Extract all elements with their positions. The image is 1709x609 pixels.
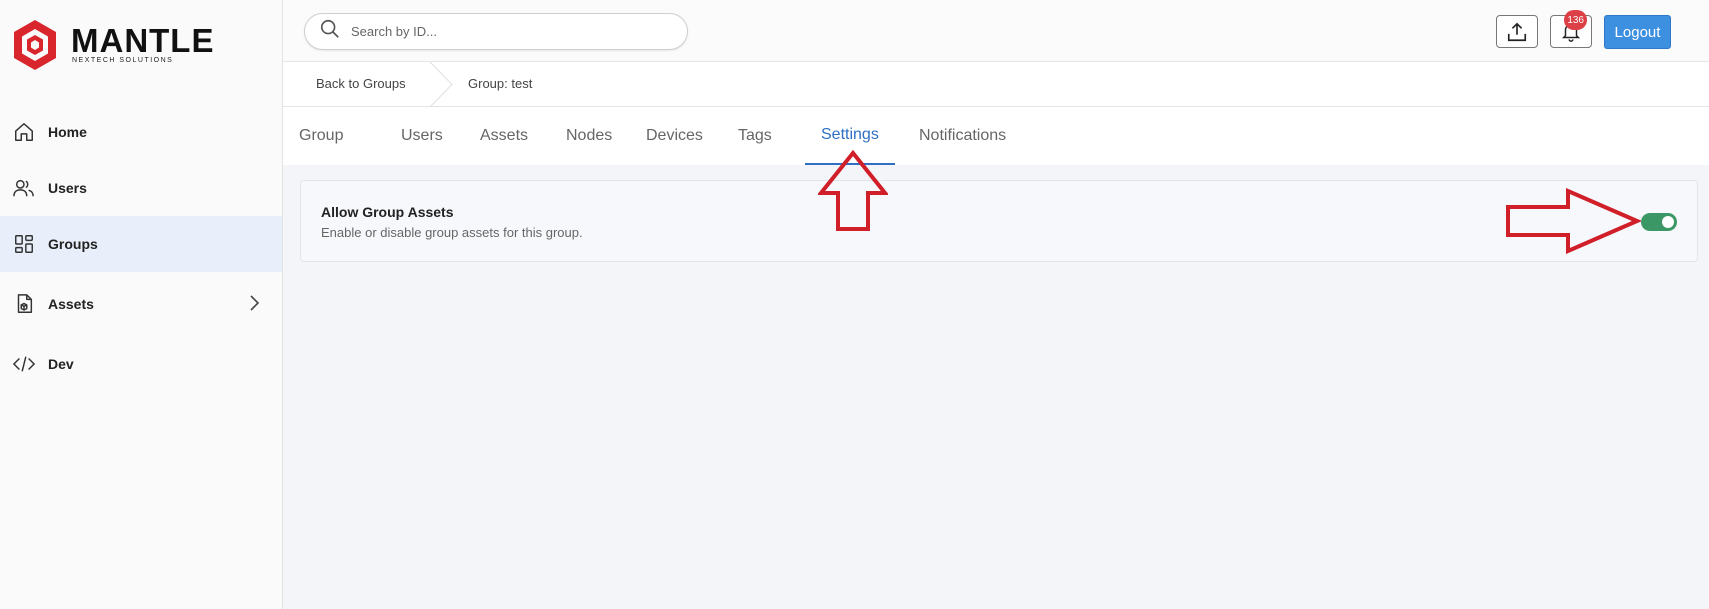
breadcrumb-current: Group: test [468, 76, 533, 91]
users-icon [12, 176, 36, 200]
sidebar-item-label: Groups [48, 236, 98, 252]
notifications-button[interactable]: 136 [1550, 10, 1592, 48]
sidebar-item-label: Home [48, 124, 87, 140]
notification-count-badge: 136 [1564, 10, 1587, 30]
tab-settings[interactable]: Settings [805, 107, 895, 165]
sidebar-item-groups[interactable]: Groups [0, 216, 282, 272]
upload-icon [1507, 22, 1527, 41]
brand-name: MANTLE [71, 21, 215, 59]
breadcrumb-separator [428, 61, 456, 112]
sidebar-item-users[interactable]: Users [0, 160, 282, 216]
assets-icon [12, 292, 36, 316]
breadcrumb: Back to Groups Group: test [283, 61, 1709, 108]
tab-devices[interactable]: Devices [630, 107, 719, 165]
top-bar: 136 Logout [283, 0, 1709, 62]
setting-title: Allow Group Assets [321, 204, 454, 220]
mantle-logo-icon [14, 20, 56, 70]
sidebar-item-label: Assets [48, 296, 94, 312]
sidebar-item-assets[interactable]: Assets [0, 276, 282, 332]
search-input[interactable] [351, 24, 651, 39]
setting-card-allow-group-assets: Allow Group Assets Enable or disable gro… [300, 180, 1698, 262]
tab-nodes[interactable]: Nodes [550, 107, 628, 165]
tab-users[interactable]: Users [385, 107, 459, 165]
search-box[interactable] [304, 13, 688, 50]
allow-group-assets-toggle[interactable] [1641, 213, 1677, 231]
sidebar-item-dev[interactable]: Dev [0, 336, 282, 392]
search-icon [319, 18, 341, 45]
group-tabs: Group Users Assets Nodes Devices Tags Se… [283, 107, 1709, 165]
tab-group[interactable]: Group [283, 107, 359, 165]
grid-icon [12, 232, 36, 256]
logout-button[interactable]: Logout [1604, 15, 1671, 49]
code-icon [12, 352, 36, 376]
tab-notifications[interactable]: Notifications [903, 107, 1022, 165]
brand-tagline: NEXTECH SOLUTIONS [72, 56, 174, 64]
upload-button[interactable] [1496, 15, 1538, 48]
tab-tags[interactable]: Tags [722, 107, 788, 165]
sidebar-item-label: Users [48, 180, 87, 196]
toggle-knob [1662, 216, 1674, 228]
sidebar-item-home[interactable]: Home [0, 104, 282, 160]
breadcrumb-back-link[interactable]: Back to Groups [316, 76, 406, 91]
chevron-right-icon[interactable] [248, 294, 260, 317]
tab-assets[interactable]: Assets [464, 107, 544, 165]
sidebar: MANTLE NEXTECH SOLUTIONS Home Users Grou… [0, 0, 283, 609]
home-icon [12, 120, 36, 144]
brand-logo[interactable]: MANTLE NEXTECH SOLUTIONS [11, 18, 214, 72]
setting-description: Enable or disable group assets for this … [321, 225, 583, 240]
sidebar-item-label: Dev [48, 356, 74, 372]
